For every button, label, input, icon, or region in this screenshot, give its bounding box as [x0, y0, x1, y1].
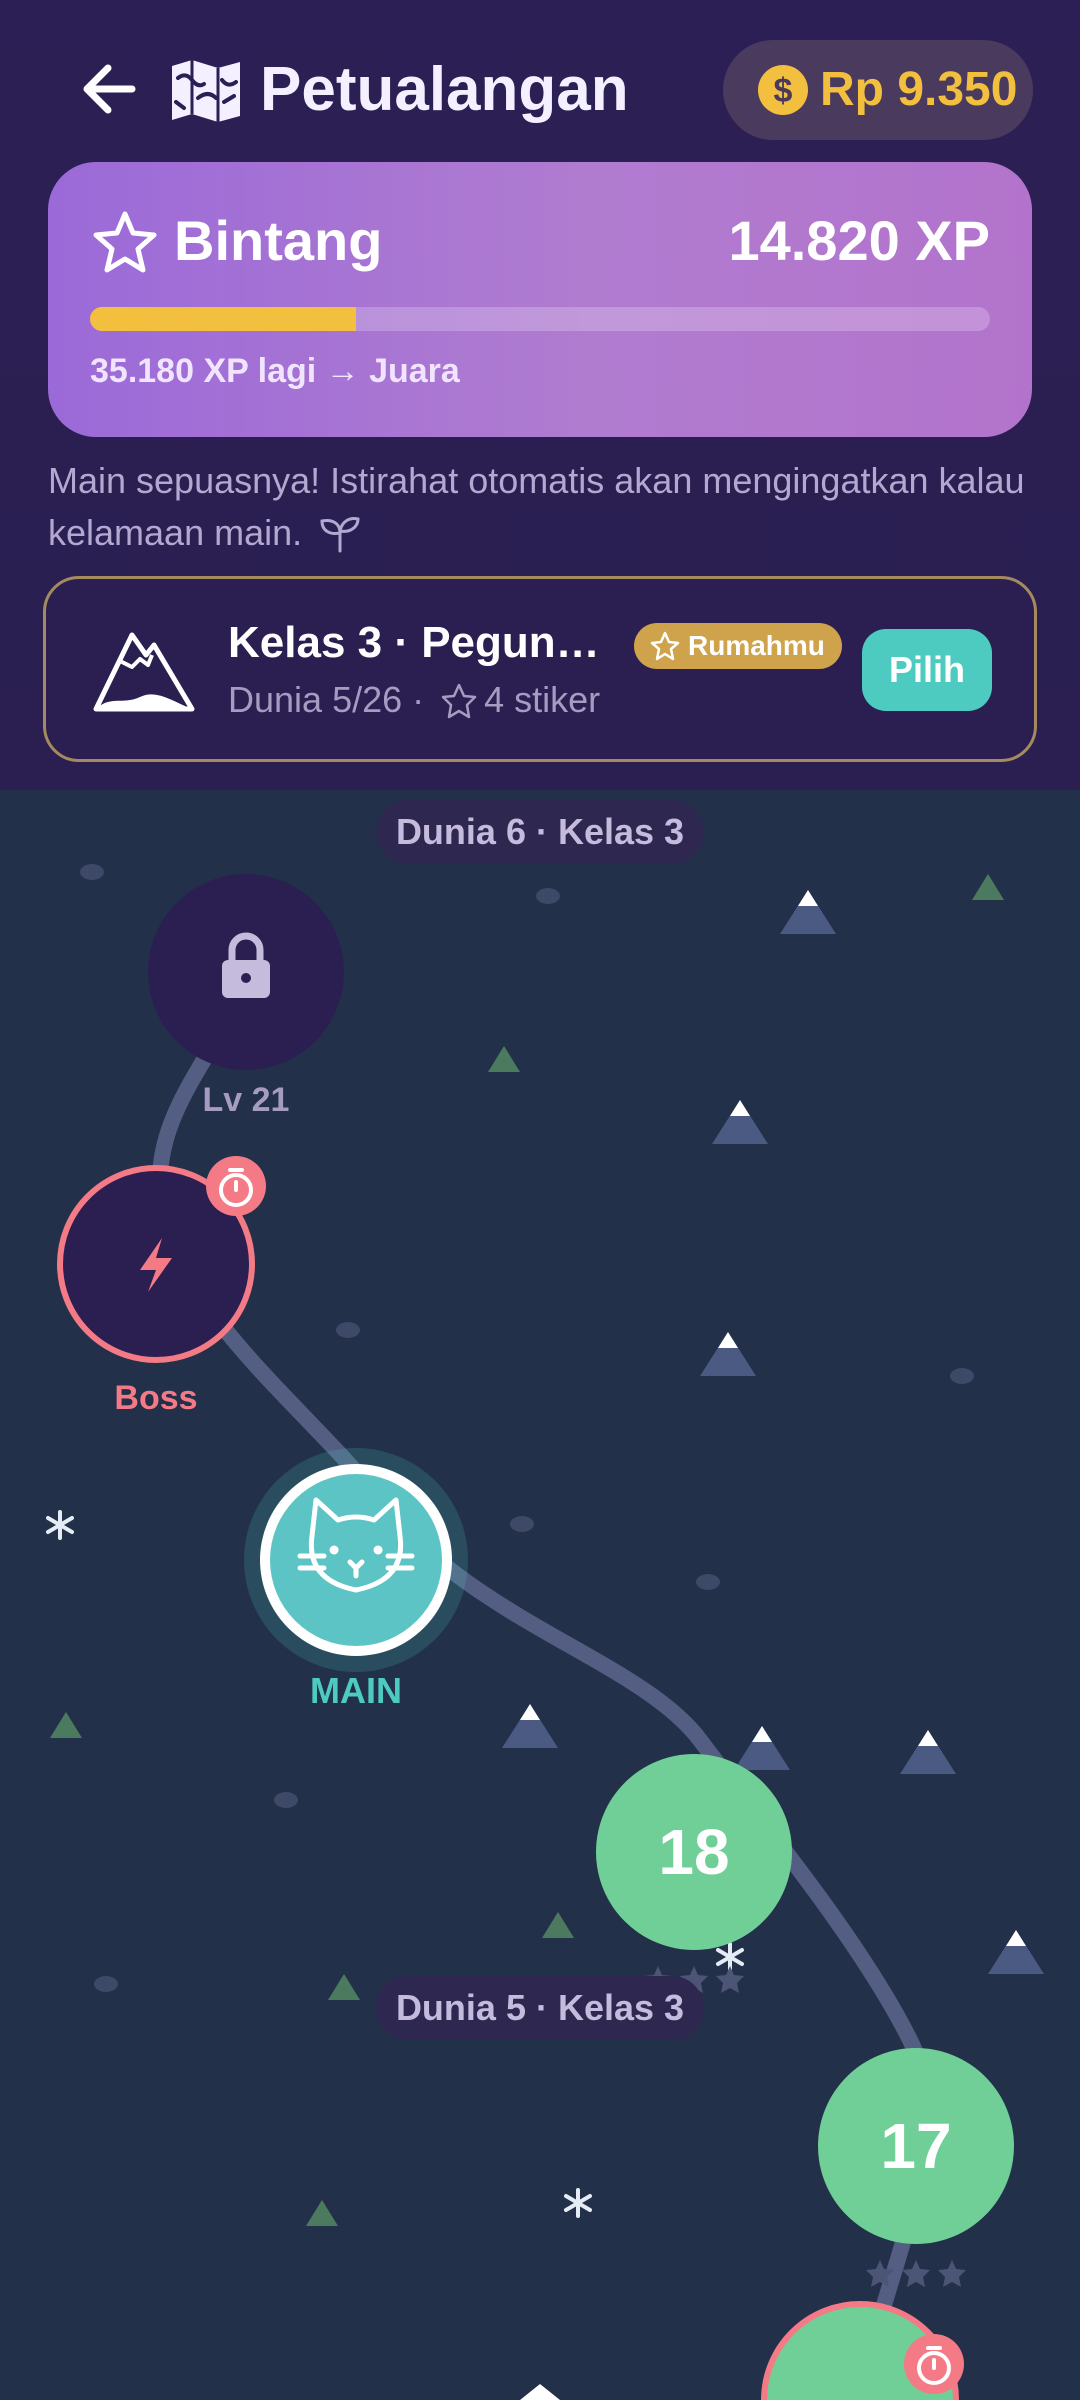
world-name: Kelas 3 · Pegunun...	[228, 618, 608, 667]
timer-icon	[904, 2334, 964, 2394]
svg-text:$: $	[774, 72, 793, 110]
level-label-boss: Boss	[114, 1379, 198, 1417]
level-node-lv21[interactable]	[148, 874, 344, 1070]
timer-icon	[206, 1156, 266, 1216]
arrow-left-icon[interactable]	[74, 54, 144, 124]
next-rank-label: 35.180 XP lagi → Juara	[90, 352, 460, 390]
current-world-card[interactable]: Kelas 3 · Pegunun... Rumahmu Dunia 5/26 …	[43, 576, 1037, 762]
sprout-icon	[320, 517, 360, 553]
home-badge-label: Rumahmu	[688, 630, 825, 661]
level-node-main[interactable]	[244, 1448, 468, 1672]
page-title: Petualangan	[260, 55, 629, 124]
rank-xp: 14.820 XP	[728, 209, 990, 272]
star-icon	[938, 2260, 966, 2287]
world-progress: Dunia 5/26 ·	[228, 679, 435, 720]
star-icon	[716, 1966, 744, 1993]
map-icon	[172, 60, 240, 122]
level-node-boss-2[interactable]	[761, 2301, 964, 2400]
world-meta: Dunia 5/26 · 4 stiker	[228, 677, 600, 723]
header-panel: Petualangan $ Rp 9.350 Bintang 14.820 XP…	[0, 0, 1080, 790]
coin-balance[interactable]: $ Rp 9.350	[723, 40, 1033, 140]
world-label-6: Dunia 6 · Kelas 3	[376, 800, 704, 864]
play-hint-text: Main sepuasnya! Istirahat otomatis akan …	[48, 460, 1025, 553]
xp-progress-fill	[90, 307, 357, 331]
world-sticker-count: 4 stiker	[484, 679, 601, 720]
star-icon	[902, 2260, 930, 2287]
level-17-stars	[866, 2260, 966, 2287]
coin-amount: Rp 9.350	[820, 63, 1018, 116]
pick-world-button[interactable]: Pilih	[862, 629, 992, 711]
coin-icon: $	[758, 65, 808, 115]
star-outline-icon	[441, 683, 477, 719]
level-map[interactable]: Dunia 6 · Kelas 3 Dunia 5 · Kelas 3 Lv 2…	[0, 790, 1080, 2400]
rank-name: Bintang	[174, 209, 383, 272]
xp-progress-bar	[90, 307, 990, 331]
world-label-5: Dunia 5 · Kelas 3	[376, 1976, 704, 2040]
mountain-icon	[93, 632, 195, 712]
home-badge: Rumahmu	[634, 623, 842, 669]
level-number-18: 18	[658, 1816, 730, 1888]
level-label-main: MAIN	[310, 1670, 402, 1711]
rank-card: Bintang 14.820 XP 35.180 XP lagi → Juara	[48, 162, 1032, 437]
level-label-lv21: Lv 21	[202, 1081, 290, 1119]
star-outline-icon	[650, 631, 680, 661]
level-number-17: 17	[880, 2110, 952, 2182]
star-outline-icon	[93, 211, 157, 273]
play-hint: Main sepuasnya! Istirahat otomatis akan …	[48, 455, 1038, 559]
